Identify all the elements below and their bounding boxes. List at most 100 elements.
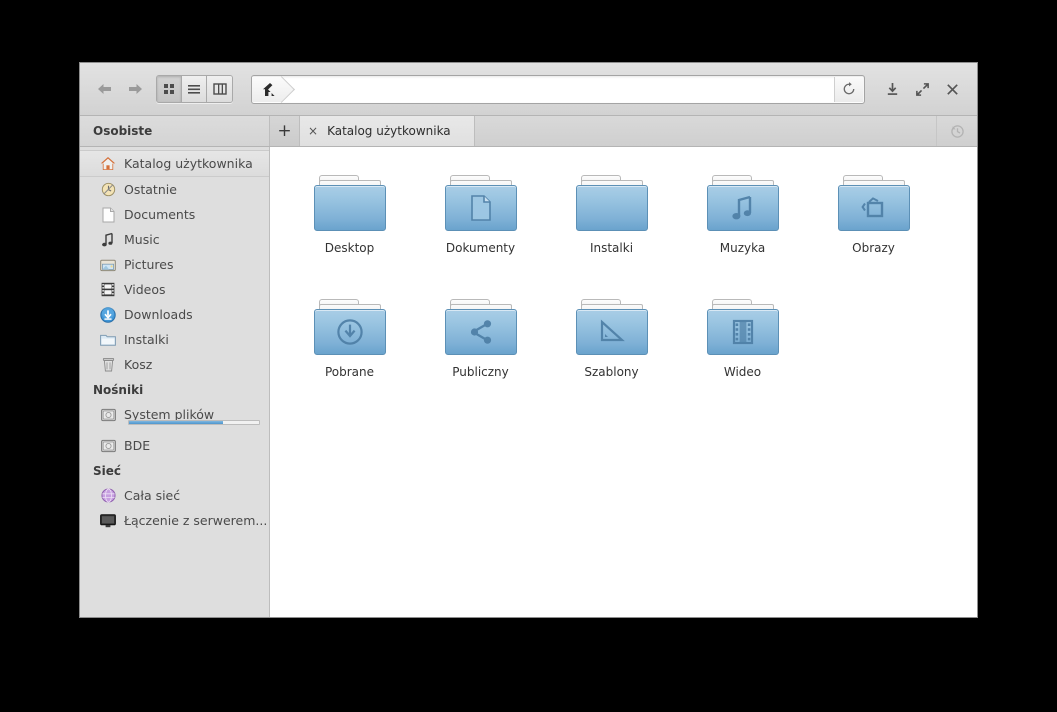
pictures-icon xyxy=(100,257,116,273)
folder-icon xyxy=(100,332,116,348)
file-item-label: Instalki xyxy=(589,241,634,255)
view-mode-list-button[interactable] xyxy=(182,76,207,102)
tab-strip-empty-area xyxy=(475,116,936,146)
view-mode-compact-button[interactable] xyxy=(207,76,232,102)
path-reload-button[interactable] xyxy=(834,76,863,102)
forward-button[interactable] xyxy=(120,74,150,104)
folder-icon xyxy=(706,175,779,231)
grid-view-icon xyxy=(164,84,174,94)
arrow-left-icon xyxy=(98,84,111,94)
tab-label: Katalog użytkownika xyxy=(327,124,451,138)
back-button[interactable] xyxy=(90,74,120,104)
drive-icon xyxy=(100,407,116,423)
sidebar-item-label: Łączenie z serwerem... xyxy=(124,513,268,528)
pictures-icon xyxy=(838,185,910,231)
file-item-publiczny[interactable]: Publiczny xyxy=(415,291,546,415)
tab-close-icon[interactable]: × xyxy=(308,125,318,137)
folder-icon xyxy=(706,299,779,355)
network-globe-icon xyxy=(100,488,116,504)
view-mode-grid-button[interactable] xyxy=(157,76,182,102)
download-circle-icon xyxy=(314,309,386,355)
drive-capacity-bar xyxy=(128,420,260,425)
arrow-right-icon xyxy=(129,84,142,94)
view-mode-group xyxy=(156,75,233,103)
sidebar-item-label: Music xyxy=(124,232,160,247)
drive-icon xyxy=(100,438,116,454)
toolbar xyxy=(80,63,977,116)
sidebar-item-downloads[interactable]: Downloads xyxy=(80,302,269,327)
sidebar-item-music[interactable]: Music xyxy=(80,227,269,252)
file-item-desktop[interactable]: Desktop xyxy=(284,167,415,291)
file-item-label: Szablony xyxy=(584,365,639,379)
file-item-dokumenty[interactable]: Dokumenty xyxy=(415,167,546,291)
compact-view-icon xyxy=(212,83,227,95)
window-body: Katalog użytkownika Ostatnie Documents M… xyxy=(80,147,977,617)
music-note-icon xyxy=(707,185,779,231)
sidebar-item-cala-siec[interactable]: Cała sieć xyxy=(80,483,269,508)
drive-capacity-fill xyxy=(129,421,223,424)
folder-icon xyxy=(575,175,648,231)
sidebar: Katalog użytkownika Ostatnie Documents M… xyxy=(80,147,270,617)
home-icon xyxy=(100,156,116,172)
history-button[interactable] xyxy=(936,116,977,146)
download-circle-icon xyxy=(100,306,116,323)
breadcrumb-home[interactable] xyxy=(252,76,282,102)
folder-icon xyxy=(444,175,517,231)
expand-arrows-icon xyxy=(915,82,929,96)
document-icon xyxy=(100,207,116,223)
file-manager-window: Osobiste + × Katalog użytkownika Katalog… xyxy=(79,62,978,618)
sidebar-item-documents[interactable]: Documents xyxy=(80,202,269,227)
share-icon xyxy=(445,309,517,355)
home-icon xyxy=(263,82,277,96)
sidebar-item-kosz[interactable]: Kosz xyxy=(80,352,269,377)
sidebar-group-nosniki-title: Nośniki xyxy=(93,383,144,397)
folder-icon xyxy=(837,175,910,231)
sidebar-group-siec-title: Sieć xyxy=(93,464,122,478)
sidebar-item-videos[interactable]: Videos xyxy=(80,277,269,302)
new-tab-button[interactable]: + xyxy=(270,116,300,146)
sidebar-item-pictures[interactable]: Pictures xyxy=(80,252,269,277)
file-item-label: Wideo xyxy=(723,365,762,379)
document-icon xyxy=(445,185,517,231)
file-item-label: Muzyka xyxy=(719,241,766,255)
file-item-instalki[interactable]: Instalki xyxy=(546,167,677,291)
download-icon xyxy=(887,82,897,95)
sidebar-item-label: Kosz xyxy=(124,357,153,372)
sidebar-item-label: Documents xyxy=(124,207,196,222)
trash-icon xyxy=(100,357,116,373)
sidebar-item-instalki[interactable]: Instalki xyxy=(80,327,269,352)
maximize-button[interactable] xyxy=(907,74,937,104)
sidebar-item-laczenie-z-serwerem[interactable]: Łączenie z serwerem... xyxy=(80,508,269,533)
sidebar-item-bde[interactable]: BDE xyxy=(80,433,269,458)
sidebar-item-label: Ostatnie xyxy=(124,182,177,197)
path-bar[interactable] xyxy=(251,74,865,104)
folder-icon xyxy=(313,299,386,355)
monitor-icon xyxy=(100,513,116,529)
sidebar-header: Osobiste xyxy=(80,116,270,146)
close-icon xyxy=(946,83,958,95)
sidebar-item-label: BDE xyxy=(124,438,151,453)
sidebar-item-label: Instalki xyxy=(124,332,169,347)
music-note-icon xyxy=(100,232,116,248)
tab-katalog-uzytkownika[interactable]: × Katalog użytkownika xyxy=(300,116,475,146)
sidebar-item-system-plikow-wrap: System plików xyxy=(80,402,269,427)
download-button[interactable] xyxy=(877,74,907,104)
file-item-pobrane[interactable]: Pobrane xyxy=(284,291,415,415)
file-item-label: Dokumenty xyxy=(445,241,516,255)
tab-strip: + × Katalog użytkownika xyxy=(270,116,977,146)
film-strip-icon xyxy=(707,309,779,355)
file-item-obrazy[interactable]: Obrazy xyxy=(808,167,939,291)
sidebar-item-katalog-uzytkownika[interactable]: Katalog użytkownika xyxy=(80,150,269,177)
file-item-wideo[interactable]: Wideo xyxy=(677,291,808,415)
list-view-icon xyxy=(188,85,200,94)
sidebar-item-ostatnie[interactable]: Ostatnie xyxy=(80,177,269,202)
close-button[interactable] xyxy=(937,74,967,104)
file-grid-area[interactable]: Desktop Dokumenty Instalki Muzyka Obrazy… xyxy=(270,147,977,617)
tab-bar: Osobiste + × Katalog użytkownika xyxy=(80,116,977,147)
file-item-muzyka[interactable]: Muzyka xyxy=(677,167,808,291)
file-item-label: Obrazy xyxy=(852,241,895,255)
folder-icon xyxy=(575,299,648,355)
sidebar-item-label: Katalog użytkownika xyxy=(124,156,253,171)
file-item-label: Publiczny xyxy=(452,365,509,379)
file-item-szablony[interactable]: Szablony xyxy=(546,291,677,415)
